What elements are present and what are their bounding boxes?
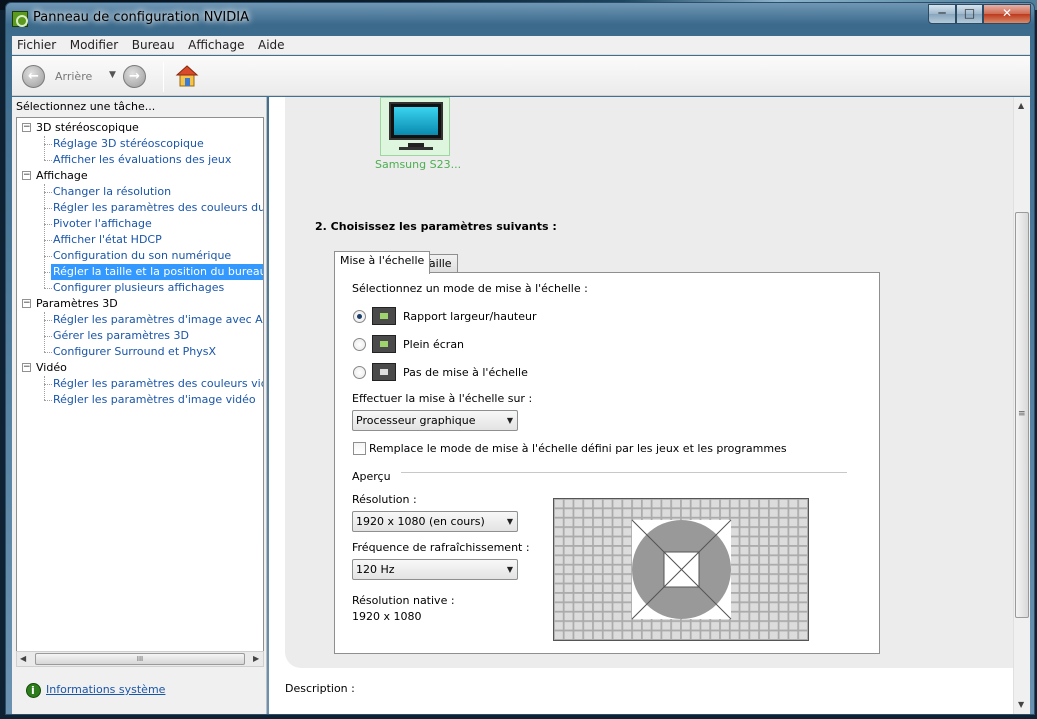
aspect-ratio-icon — [372, 307, 396, 325]
resolution-select[interactable]: 1920 x 1080 (en cours) ▼ — [352, 511, 518, 532]
collapse-icon[interactable]: − — [22, 171, 31, 180]
step-2-title: 2. Choisissez les paramètres suivants : — [315, 220, 557, 233]
scroll-left-icon[interactable]: ◀ — [20, 654, 26, 663]
resolution-label: Résolution : — [352, 493, 417, 506]
menu-modifier[interactable]: Modifier — [65, 36, 124, 54]
toolbar: ← Arrière ▼ → — [12, 56, 1030, 96]
display-thumbnail[interactable] — [380, 97, 450, 156]
refresh-rate-select[interactable]: 120 Hz ▼ — [352, 559, 518, 580]
native-resolution-value: 1920 x 1080 — [352, 610, 422, 623]
full-screen-icon — [372, 335, 396, 353]
content-pane: Samsung S23... 2. Choisissez les paramèt… — [269, 97, 1030, 714]
task-pane-header: Sélectionnez une tâche... — [16, 100, 156, 113]
menu-aide[interactable]: Aide — [253, 36, 290, 54]
description-label: Description : — [285, 682, 355, 695]
info-icon — [26, 683, 41, 698]
scaling-mode-label: Sélectionnez un mode de mise à l'échelle… — [352, 282, 588, 295]
tree-horizontal-scrollbar[interactable]: ◀ III ▶ — [16, 651, 264, 667]
chevron-down-icon: ▼ — [506, 517, 513, 526]
chevron-down-icon: ▼ — [506, 416, 513, 425]
nvidia-app-icon — [12, 11, 28, 27]
tree-line — [44, 376, 45, 400]
menu-bureau[interactable]: Bureau — [127, 36, 180, 54]
monitor-base — [399, 147, 433, 150]
task-pane: Sélectionnez une tâche... − 3D stéréosco… — [12, 97, 267, 714]
home-button[interactable] — [175, 64, 199, 88]
task-tree: − 3D stéréoscopique Réglage 3D stéréosco… — [16, 117, 264, 667]
history-dropdown-icon[interactable]: ▼ — [109, 70, 116, 80]
arrow-left-icon: ← — [28, 69, 39, 84]
tree-line — [44, 136, 45, 160]
monitor-icon — [389, 102, 443, 140]
group-divider — [401, 472, 847, 473]
chevron-down-icon: ▼ — [506, 565, 513, 574]
tab-mise-a-l-echelle[interactable]: Mise à l'échelle — [334, 251, 431, 274]
display-name[interactable]: Samsung S23... — [375, 158, 461, 171]
radio-no-scaling[interactable] — [353, 366, 366, 379]
menu-fichier[interactable]: Fichier — [12, 36, 61, 54]
collapse-icon[interactable]: − — [22, 363, 31, 372]
refresh-rate-value: 120 Hz — [356, 563, 395, 576]
override-scaling-label[interactable]: Remplace le mode de mise à l'échelle déf… — [369, 442, 787, 455]
perform-scaling-label: Effectuer la mise à l'échelle sur : — [352, 392, 533, 405]
collapse-icon[interactable]: − — [22, 123, 31, 132]
no-scaling-label[interactable]: Pas de mise à l'échelle — [403, 366, 528, 379]
scaling-preview — [553, 498, 809, 641]
perform-scaling-value: Processeur graphique — [356, 414, 476, 427]
system-info-link[interactable]: Informations système — [46, 683, 165, 696]
full-screen-label[interactable]: Plein écran — [403, 338, 464, 351]
scroll-up-icon[interactable]: ▲ — [1018, 101, 1024, 110]
maximize-button[interactable]: □ — [956, 4, 983, 24]
tree-line — [44, 312, 45, 352]
no-scaling-icon — [372, 363, 396, 381]
minimize-button[interactable]: ─ — [928, 4, 956, 24]
title-bar[interactable]: Panneau de configuration NVIDIA ─ □ ✕ — [6, 3, 1034, 35]
resolution-value: 1920 x 1080 (en cours) — [356, 515, 485, 528]
collapse-icon[interactable]: − — [22, 299, 31, 308]
menu-affichage[interactable]: Affichage — [183, 36, 249, 54]
close-button[interactable]: ✕ — [983, 4, 1031, 24]
refresh-rate-label: Fréquence de rafraîchissement : — [352, 541, 530, 554]
radio-full-screen[interactable] — [353, 338, 366, 351]
perform-scaling-select[interactable]: Processeur graphique ▼ — [352, 410, 518, 431]
arrow-right-icon: → — [129, 69, 140, 84]
override-scaling-checkbox[interactable] — [353, 442, 366, 455]
back-button[interactable]: ← — [22, 65, 45, 88]
aspect-ratio-label[interactable]: Rapport largeur/hauteur — [403, 310, 537, 323]
scrollbar-grip: III — [136, 655, 144, 663]
scroll-down-icon[interactable]: ▼ — [1018, 700, 1024, 709]
window-title: Panneau de configuration NVIDIA — [33, 10, 249, 25]
scaling-tab-panel: Sélectionnez un mode de mise à l'échelle… — [334, 272, 880, 654]
settings-panel: Samsung S23... 2. Choisissez les paramèt… — [285, 97, 1013, 668]
scroll-right-icon[interactable]: ▶ — [253, 654, 259, 663]
native-resolution-label: Résolution native : — [352, 594, 455, 607]
toolbar-separator — [163, 62, 164, 92]
menu-bar: Fichier Modifier Bureau Affichage Aide — [12, 36, 1030, 55]
home-icon — [175, 65, 199, 87]
scrollbar-grip-icon: ≡ — [1018, 409, 1026, 419]
nvidia-control-panel-window: Panneau de configuration NVIDIA ─ □ ✕ Fi… — [5, 2, 1035, 715]
preview-group-label: Aperçu — [352, 470, 391, 483]
preview-test-pattern — [554, 499, 808, 640]
radio-aspect-ratio[interactable] — [353, 310, 366, 323]
content-vertical-scrollbar[interactable]: ▲ ≡ ▼ — [1013, 97, 1030, 714]
scrollbar-thumb[interactable]: III — [35, 653, 245, 665]
forward-button[interactable]: → — [123, 65, 146, 88]
back-label[interactable]: Arrière — [55, 70, 92, 83]
